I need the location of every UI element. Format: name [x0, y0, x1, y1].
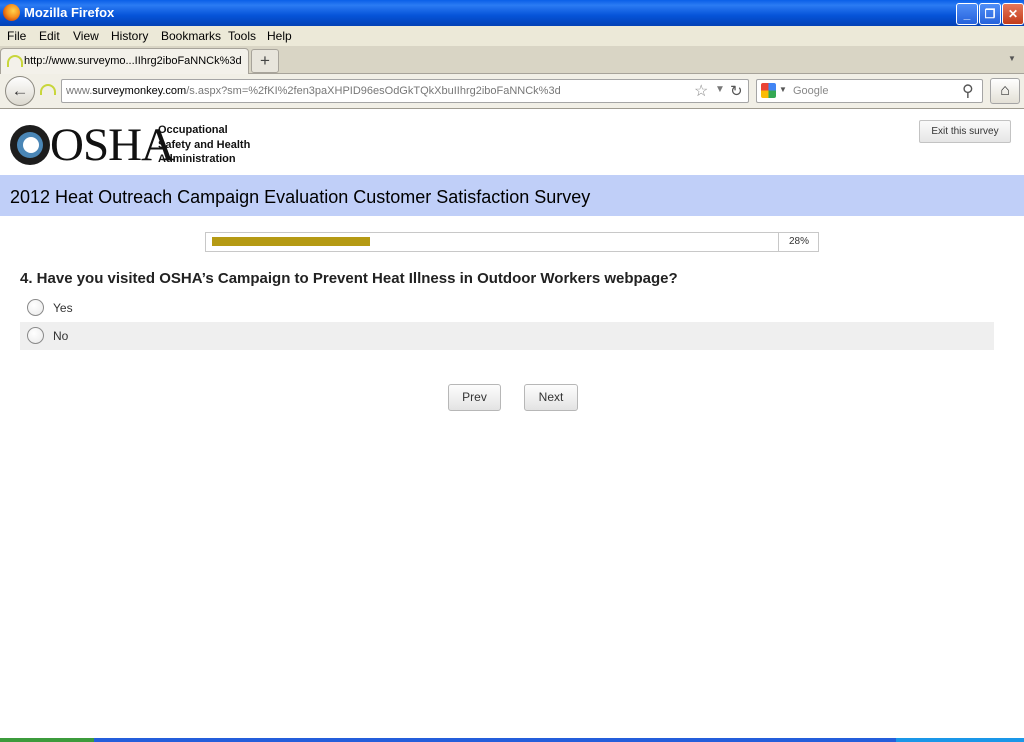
- option-no[interactable]: No: [20, 322, 994, 350]
- osha-logo-text: OSHA: [50, 119, 175, 171]
- option-label-no[interactable]: No: [53, 329, 68, 343]
- menu-bar: File Edit View History Bookmarks Tools H…: [0, 26, 1024, 46]
- url-path: /s.aspx?sm=%2fKI%2fen3paXHPID96esOdGkTQk…: [186, 85, 561, 97]
- url-prefix: www.: [66, 85, 93, 97]
- search-bar[interactable]: ▼ Google ⚲: [756, 79, 983, 103]
- google-icon[interactable]: [761, 83, 776, 98]
- radio-yes[interactable]: [27, 299, 44, 316]
- agency-line-2: Safety and Health: [158, 138, 251, 151]
- radio-no[interactable]: [27, 327, 44, 344]
- menu-tools[interactable]: Tools: [228, 29, 256, 43]
- progress-bar: 28%: [205, 232, 819, 252]
- url-bar[interactable]: www.surveymonkey.com/s.aspx?sm=%2fKI%2fe…: [61, 79, 749, 103]
- window-title: Mozilla Firefox: [24, 5, 115, 20]
- menu-file[interactable]: File: [7, 29, 26, 43]
- minimize-icon[interactable]: _: [956, 3, 978, 25]
- restore-icon[interactable]: ❐: [979, 3, 1001, 25]
- start-button[interactable]: [0, 738, 94, 742]
- tab-strip: http://www.surveymo...IIhrg2iboFaNNCk%3d…: [0, 46, 1024, 74]
- url-host: surveymonkey.com: [92, 85, 187, 97]
- tab-title: http://www.surveymo...IIhrg2iboFaNNCk%3d: [24, 55, 242, 67]
- question-text: 4. Have you visited OSHA’s Campaign to P…: [20, 270, 678, 287]
- option-yes[interactable]: Yes: [20, 294, 994, 322]
- bookmark-star-icon[interactable]: ☆: [694, 81, 708, 101]
- history-dropdown-icon[interactable]: ▼: [715, 84, 725, 95]
- home-button[interactable]: ⌂: [990, 78, 1020, 104]
- agency-line-1: Occupational: [158, 124, 228, 136]
- menu-help[interactable]: Help: [267, 29, 292, 43]
- site-identity-icon[interactable]: [40, 84, 56, 95]
- menu-bookmarks[interactable]: Bookmarks: [161, 29, 221, 43]
- menu-view[interactable]: View: [73, 29, 99, 43]
- loading-icon: [7, 55, 23, 67]
- search-icon[interactable]: ⚲: [962, 81, 974, 101]
- search-input[interactable]: Google: [793, 85, 828, 97]
- osha-logo: OSHA: [10, 121, 175, 169]
- agency-line-3: Administration: [158, 153, 236, 165]
- tab-active[interactable]: http://www.surveymo...IIhrg2iboFaNNCk%3d: [0, 48, 249, 74]
- navigation-toolbar: ← www.surveymonkey.com/s.aspx?sm=%2fKI%2…: [0, 74, 1024, 109]
- back-arrow-icon: ←: [11, 81, 29, 100]
- agency-name: Occupational Safety and Health Administr…: [158, 123, 250, 167]
- progress-percent: 28%: [778, 233, 819, 251]
- option-label-yes[interactable]: Yes: [53, 301, 73, 315]
- survey-title-banner: 2012 Heat Outreach Campaign Evaluation C…: [0, 175, 1024, 216]
- progress-track: [212, 237, 777, 246]
- next-button[interactable]: Next: [524, 384, 578, 411]
- home-icon: ⌂: [1000, 82, 1010, 99]
- tab-list-chevron-icon[interactable]: ▼: [1008, 54, 1016, 63]
- close-icon[interactable]: ✕: [1002, 3, 1024, 25]
- url-text[interactable]: www.surveymonkey.com/s.aspx?sm=%2fKI%2fe…: [66, 85, 561, 97]
- survey-title: 2012 Heat Outreach Campaign Evaluation C…: [10, 187, 591, 207]
- back-button[interactable]: ←: [5, 76, 35, 106]
- menu-edit[interactable]: Edit: [39, 29, 60, 43]
- search-engine-dropdown-icon[interactable]: ▼: [779, 85, 787, 94]
- reload-icon[interactable]: ↻: [730, 82, 743, 100]
- taskbar: [0, 738, 1024, 742]
- firefox-icon: [3, 4, 20, 21]
- progress-fill: [212, 237, 371, 246]
- window-titlebar: Mozilla Firefox _ ❐ ✕: [0, 0, 1024, 26]
- system-tray: [896, 738, 1024, 742]
- osha-logo-mark: [10, 125, 50, 165]
- new-tab-button[interactable]: +: [251, 49, 279, 73]
- exit-survey-button[interactable]: Exit this survey: [919, 120, 1011, 143]
- page-content: OSHA Occupational Safety and Health Admi…: [0, 109, 1024, 738]
- menu-history[interactable]: History: [111, 29, 148, 43]
- prev-button[interactable]: Prev: [448, 384, 501, 411]
